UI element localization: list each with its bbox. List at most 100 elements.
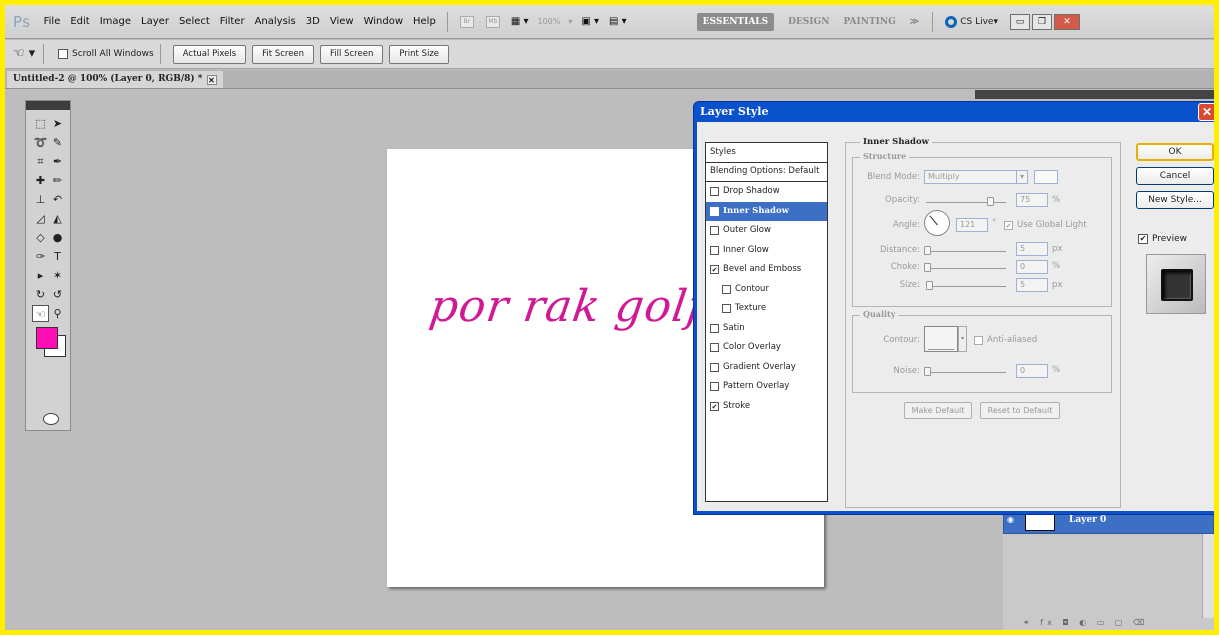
checkbox-box[interactable] [710,245,719,255]
use-global-light-checkbox[interactable]: ✔ Use Global Light [1004,220,1087,230]
layers-panel-footer-icons[interactable]: ⚭ fx ◘ ◐ ▭ ▢ ⌫ [1003,618,1214,630]
contour-dropdown-icon[interactable]: ▾ [958,326,967,352]
menu-filter[interactable]: Filter [220,16,245,27]
style-texture[interactable]: Texture [706,299,827,319]
ok-button[interactable]: OK [1136,143,1214,161]
history-brush-tool-icon[interactable]: ↶ [49,191,66,208]
layers-scrollbar[interactable] [1202,534,1214,618]
opacity-slider-knob[interactable] [987,197,994,206]
type-tool-icon[interactable]: T [49,248,66,265]
3d-rotate-tool-icon[interactable]: ↻ [32,286,49,303]
screen-mode-icon[interactable]: ▤ ▾ [609,16,627,27]
blend-mode-dropdown-icon[interactable]: ▾ [1016,170,1028,184]
styles-header[interactable]: Styles [706,143,827,163]
workspace-painting[interactable]: PAINTING [843,17,895,27]
checkbox-checked[interactable]: ✔ [710,265,719,275]
menu-analysis[interactable]: Analysis [255,16,296,27]
angle-input[interactable]: 121 [956,218,988,232]
close-window-icon[interactable]: ✕ [1054,13,1080,30]
menu-3d[interactable]: 3D [306,16,320,27]
brush-tool-icon[interactable]: ✏ [49,172,66,189]
fit-screen-button[interactable]: Fit Screen [252,44,315,64]
clone-stamp-tool-icon[interactable]: ⊥ [32,191,49,208]
checkbox-box[interactable] [710,226,719,236]
blending-options-item[interactable]: Blending Options: Default [706,163,827,182]
menu-layer[interactable]: Layer [141,16,169,27]
size-slider-knob[interactable] [926,281,933,290]
hand-tool-preset-icon[interactable]: ☜ ▾ [11,43,37,65]
menu-select[interactable]: Select [179,16,210,27]
checkbox-box[interactable] [710,382,719,392]
opacity-input[interactable]: 75 [1016,193,1048,207]
bridge-button[interactable]: Br [459,15,474,28]
make-default-button[interactable]: Make Default [904,402,972,419]
style-color-overlay[interactable]: Color Overlay [706,338,827,358]
scroll-all-windows-checkbox[interactable]: Scroll All Windows [58,49,154,59]
fill-screen-button[interactable]: Fill Screen [320,44,384,64]
crop-tool-icon[interactable]: ⌗ [32,153,49,170]
zoom-level[interactable]: 100% [537,17,560,26]
lasso-tool-icon[interactable]: ➰ [32,134,49,151]
hand-tool-icon[interactable]: ☜ [32,305,49,322]
checkbox-checked[interactable]: ✔ [710,401,719,411]
style-drop-shadow[interactable]: Drop Shadow [706,182,827,202]
quick-selection-tool-icon[interactable]: ✎ [49,134,66,151]
opacity-slider-track[interactable] [926,202,1006,203]
cs-live-button[interactable]: CS Live ▾ [945,15,998,28]
menu-file[interactable]: File [44,16,61,27]
style-gradient-overlay[interactable]: Gradient Overlay [706,358,827,378]
style-inner-glow[interactable]: Inner Glow [706,241,827,261]
checkbox-box[interactable] [710,206,719,216]
checkbox-box[interactable] [710,323,719,333]
workspace-essentials[interactable]: ESSENTIALS [696,12,775,31]
marquee-tool-icon[interactable]: ⬚ [32,115,49,132]
distance-slider-track[interactable] [926,251,1006,252]
shape-tool-icon[interactable]: ✶ [49,267,66,284]
workspace-more-button[interactable]: ≫ [910,17,919,27]
noise-slider-track[interactable] [926,372,1006,373]
panel-dock-header[interactable] [975,90,1214,99]
style-outer-glow[interactable]: Outer Glow [706,221,827,241]
style-pattern-overlay[interactable]: Pattern Overlay [706,377,827,397]
choke-slider-knob[interactable] [924,263,931,272]
shadow-color-swatch[interactable] [1034,170,1058,184]
menu-help[interactable]: Help [413,16,436,27]
workspace-design[interactable]: DESIGN [788,17,829,27]
minimize-icon[interactable]: ▭ [1010,13,1030,30]
arrange-documents-icon[interactable]: ▣ ▾ [581,16,599,27]
noise-input[interactable]: 0 [1016,364,1048,378]
choke-slider-track[interactable] [926,268,1006,269]
path-selection-tool-icon[interactable]: ▸ [32,267,49,284]
style-contour[interactable]: Contour [706,280,827,300]
checkbox-box[interactable] [722,304,731,314]
actual-pixels-button[interactable]: Actual Pixels [172,44,247,64]
3d-orbit-tool-icon[interactable]: ↺ [49,286,66,303]
menu-image[interactable]: Image [100,16,131,27]
mini-bridge-button[interactable]: Mb [485,15,500,28]
zoom-dropdown-icon[interactable]: ▾ [568,17,572,26]
blur-tool-icon[interactable]: ◇ [32,229,49,246]
reset-to-default-button[interactable]: Reset to Default [980,402,1060,419]
close-tab-icon[interactable]: ✕ [206,74,217,85]
dodge-tool-icon[interactable]: ● [49,229,66,246]
blend-mode-select[interactable]: Multiply [924,170,1028,184]
checkbox-box[interactable] [710,362,719,372]
dialog-close-icon[interactable]: ✕ [1198,103,1214,121]
style-bevel-and-emboss[interactable]: ✔ Bevel and Emboss [706,260,827,280]
visibility-eye-icon[interactable]: ◉ [1007,515,1021,524]
anti-aliased-checkbox[interactable]: Anti-aliased [974,335,1037,345]
restore-icon[interactable]: ❐ [1032,13,1052,30]
quick-mask-icon[interactable] [43,413,59,425]
menu-view[interactable]: View [330,16,354,27]
preview-checkbox[interactable]: ✔ Preview [1138,234,1187,244]
move-tool-icon[interactable]: ➤ [49,115,66,132]
menu-window[interactable]: Window [364,16,403,27]
zoom-tool-icon[interactable]: ⚲ [49,305,66,322]
choke-input[interactable]: 0 [1016,260,1048,274]
new-style-button[interactable]: New Style... [1136,191,1214,209]
cancel-button[interactable]: Cancel [1136,167,1214,185]
view-extras-icon[interactable]: ▦ ▾ [511,16,529,27]
size-input[interactable]: 5 [1016,278,1048,292]
pen-tool-icon[interactable]: ✑ [32,248,49,265]
eraser-tool-icon[interactable]: ◿ [32,210,49,227]
